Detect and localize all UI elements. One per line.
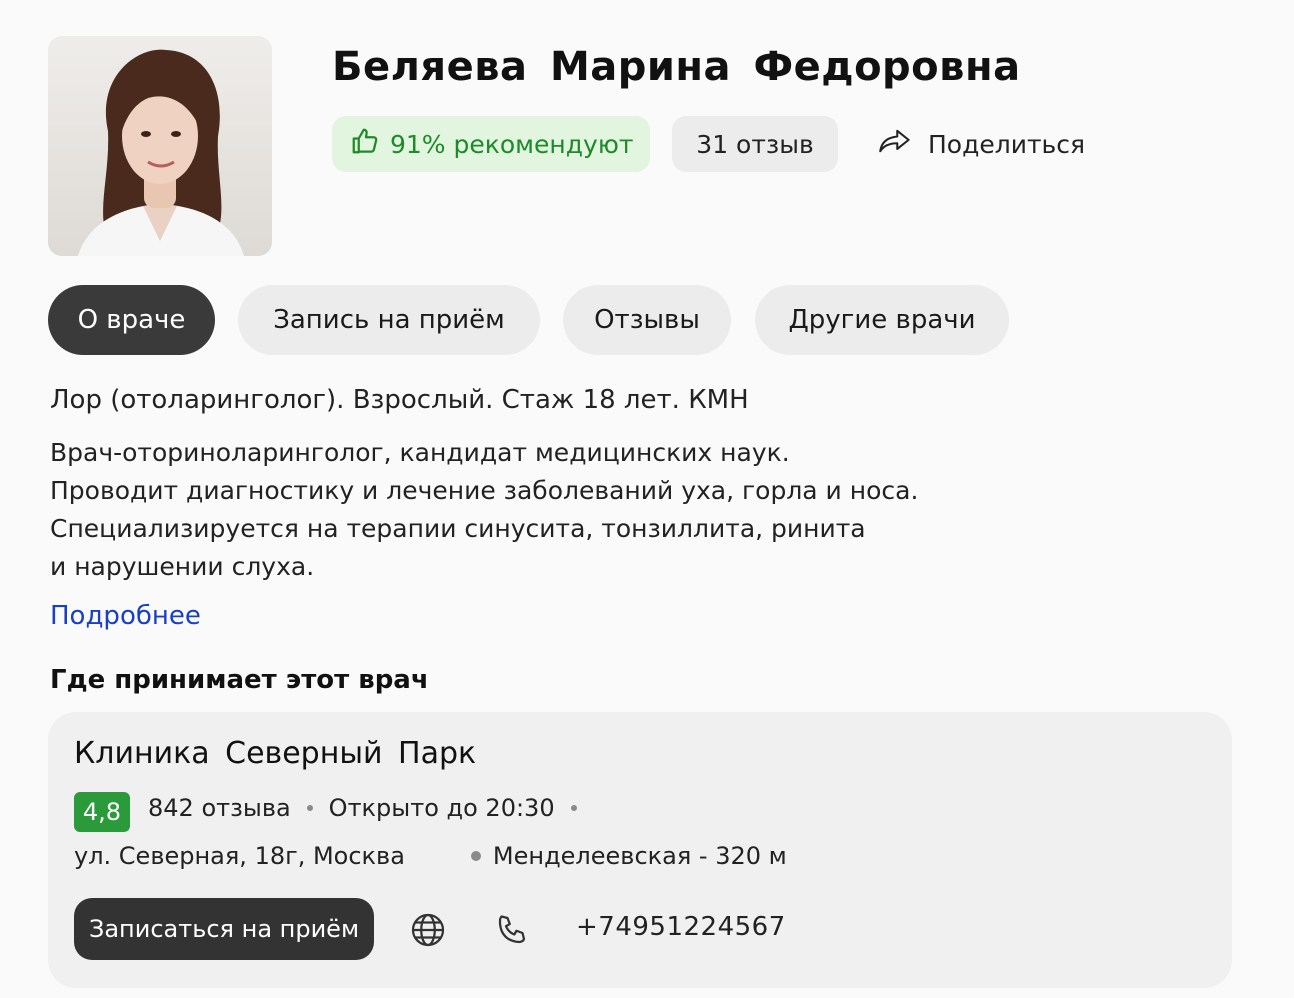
clinic-address: ул. Северная, 18г, Москва [74,842,405,870]
separator-dot [570,805,577,811]
doctor-description: Врач-оториноларинголог, кандидат медицин… [50,434,1030,586]
phone-icon[interactable] [494,912,530,952]
doctor-photo [48,36,272,256]
separator-dot [306,805,313,811]
clinic-name[interactable]: Клиника Северный Парк [74,736,476,771]
metro-dot-icon [470,851,481,861]
description-line: Врач-оториноларинголог, кандидат медицин… [50,438,790,467]
clinic-phone[interactable]: +74951224567 [576,912,786,942]
more-link[interactable]: Подробнее [50,601,201,631]
share-label: Поделиться [928,129,1086,159]
share-icon [878,127,912,161]
where-heading: Где принимает этот врач [50,665,429,695]
description-line: Проводит диагностику и лечение заболеван… [50,476,919,505]
recommend-badge: 91% рекомендуют [332,116,650,172]
recommend-text: 91% рекомендуют [390,129,634,159]
rating-badge: 4,8 [74,792,130,832]
clinic-reviews[interactable]: 842 отзыва [148,794,291,822]
tab-about[interactable]: О враче [48,285,215,355]
description-line: Специализируется на терапии синусита, то… [50,514,866,543]
share-button[interactable]: Поделиться [878,116,1085,172]
tab-other-doctors[interactable]: Другие врачи [755,285,1009,355]
description-line: и нарушении слуха. [50,552,315,581]
globe-icon[interactable] [410,912,446,952]
tab-appointment[interactable]: Запись на приём [238,285,540,355]
clinic-hours: Открыто до 20:30 [328,794,555,822]
reviews-badge[interactable]: 31 отзыв [672,116,838,172]
thumbs-up-icon [350,126,380,162]
book-appointment-button[interactable]: Записаться на приём [74,898,374,960]
tab-reviews[interactable]: Отзывы [563,285,731,355]
clinic-address-line: ул. Северная, 18г, Москва Менделеевская … [74,842,787,870]
specialty-line: Лор (отоларинголог). Взрослый. Стаж 18 л… [50,385,749,415]
doctor-name: Беляева Марина Федоровна [332,44,1021,90]
clinic-meta: 842 отзыва Открыто до 20:30 [148,794,577,822]
clinic-metro: Менделеевская - 320 м [492,842,787,870]
clinic-card: Клиника Северный Парк 4,8 842 отзыва Отк… [48,712,1232,988]
